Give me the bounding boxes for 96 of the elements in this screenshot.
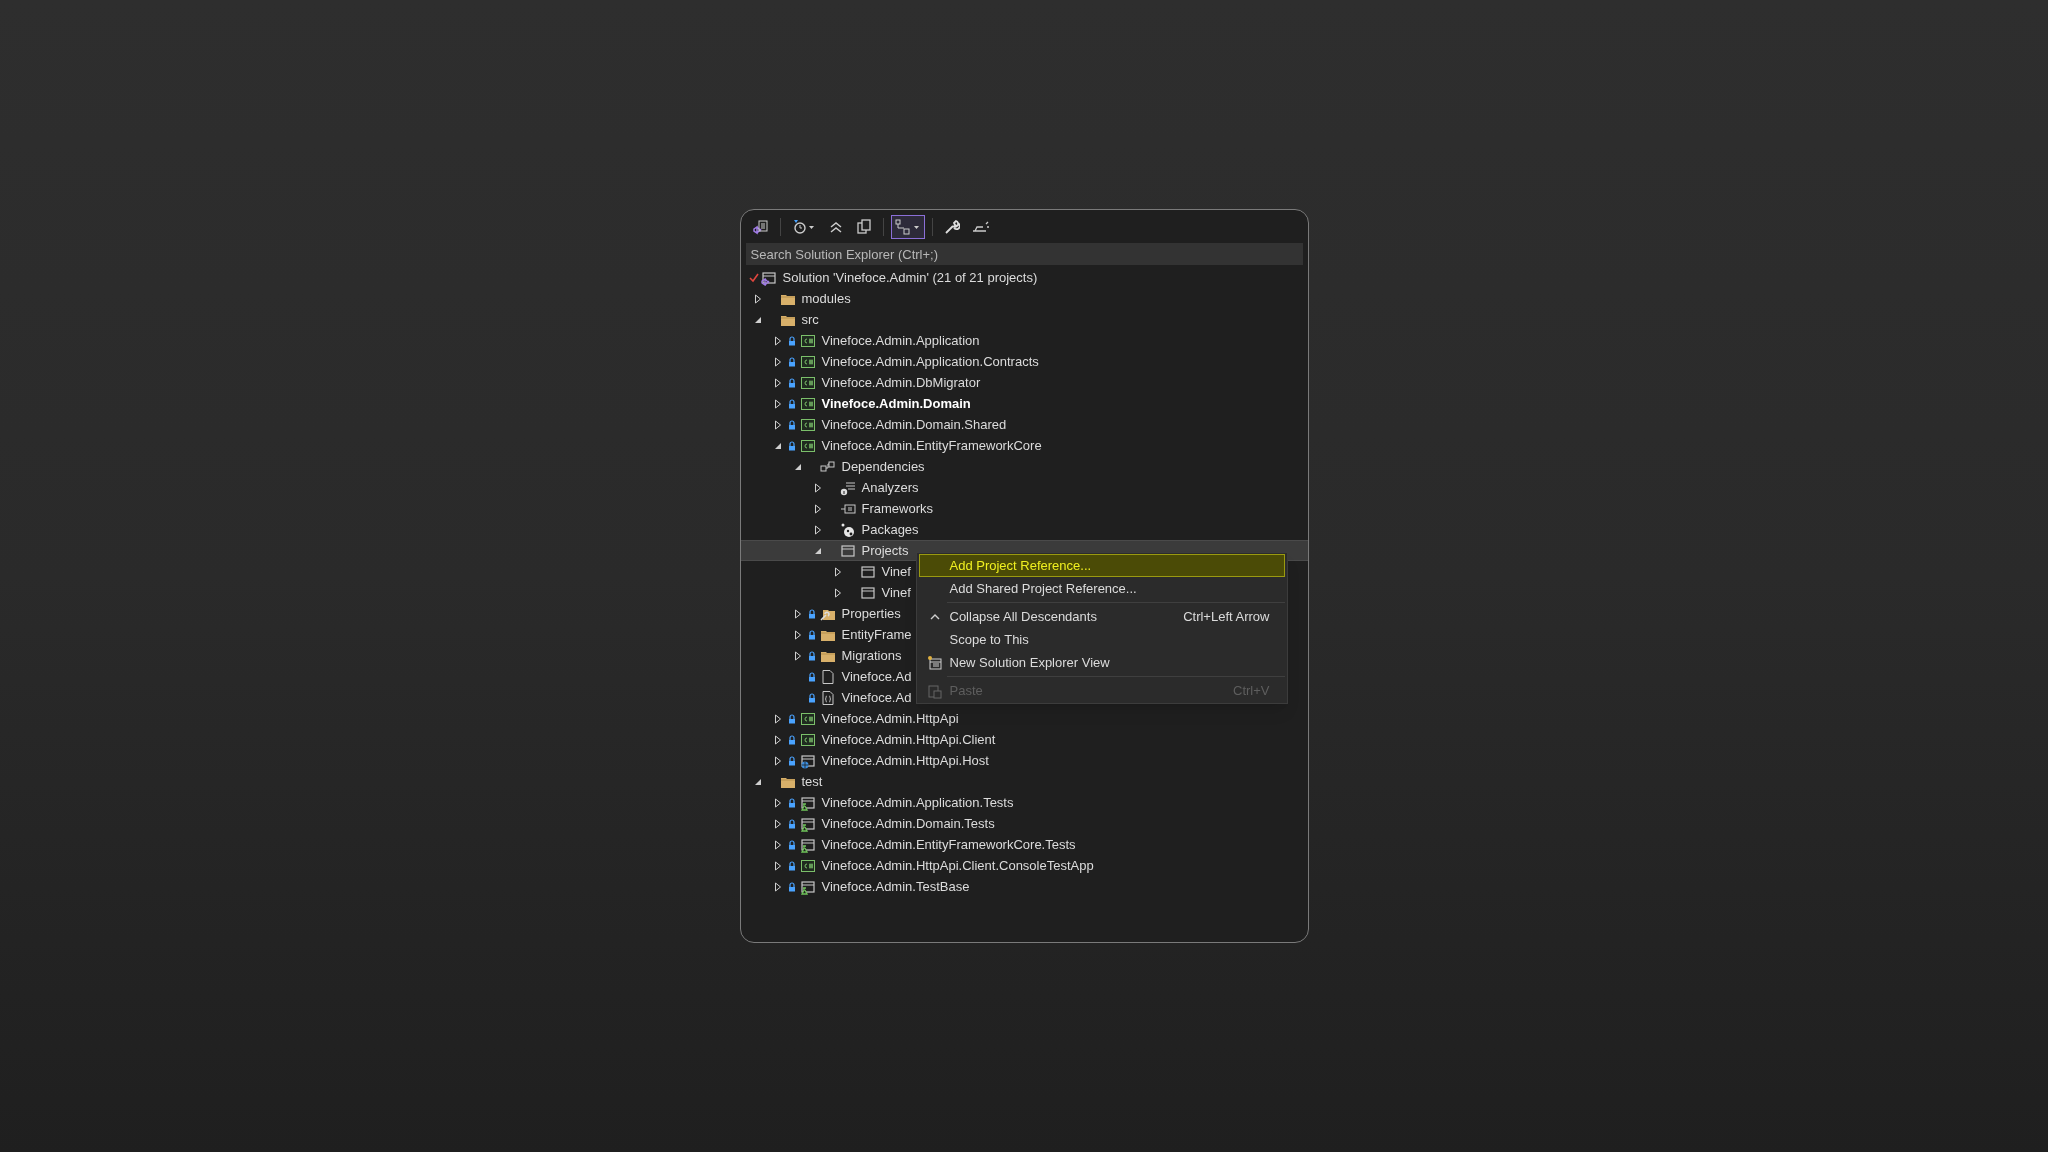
csharp-project-icon bbox=[799, 416, 816, 433]
collapsed-arrow-icon[interactable] bbox=[773, 860, 782, 871]
project-reference-icon bbox=[859, 563, 876, 580]
tree-item-label[interactable]: Vinefoce.Admin.Domain bbox=[821, 393, 971, 414]
collapsed-arrow-icon[interactable] bbox=[773, 881, 782, 892]
collapsed-arrow-icon[interactable] bbox=[793, 650, 802, 661]
csharp-project-icon bbox=[799, 395, 816, 412]
tree-item-label[interactable]: Vinefoce.Admin.HttpApi.Client bbox=[821, 729, 996, 750]
expanded-arrow-icon[interactable] bbox=[753, 315, 762, 324]
collapsed-arrow-icon[interactable] bbox=[793, 608, 802, 619]
menu-item[interactable]: Add Shared Project Reference... bbox=[918, 577, 1285, 600]
copy-pages-icon bbox=[855, 218, 872, 235]
analyzers-icon bbox=[839, 479, 856, 496]
test-project-icon bbox=[799, 878, 816, 895]
wrench-icon bbox=[943, 218, 960, 235]
menu-item[interactable]: Collapse All Descendants Ctrl+Left Arrow bbox=[918, 605, 1285, 628]
collapsed-arrow-icon[interactable] bbox=[773, 797, 782, 808]
collapsed-arrow-icon[interactable] bbox=[773, 398, 782, 409]
collapsed-arrow-icon[interactable] bbox=[813, 524, 822, 535]
tree-item-label[interactable]: Vinefoce.Admin.HttpApi.Host bbox=[821, 750, 989, 771]
tree-item-label[interactable]: Packages bbox=[861, 519, 919, 540]
sync-tree-icon bbox=[894, 218, 921, 235]
tree-item-label[interactable]: Vinef bbox=[881, 561, 911, 582]
collapsed-arrow-icon[interactable] bbox=[773, 839, 782, 850]
tree-item-label[interactable]: Analyzers bbox=[861, 477, 919, 498]
test-project-icon bbox=[799, 794, 816, 811]
collapsed-arrow-icon[interactable] bbox=[813, 503, 822, 514]
expanded-arrow-icon[interactable] bbox=[813, 546, 822, 555]
tree-item-label[interactable]: modules bbox=[801, 288, 851, 309]
expanded-arrow-icon[interactable] bbox=[793, 462, 802, 471]
tree-item-label[interactable]: EntityFrame bbox=[841, 624, 912, 645]
json-file-icon bbox=[819, 689, 836, 706]
menu-item[interactable]: Add Project Reference... bbox=[918, 554, 1285, 577]
toolbar-button[interactable] bbox=[890, 214, 925, 239]
csharp-project-icon bbox=[799, 437, 816, 454]
tree-item-label[interactable]: Vinefoce.Admin.Application.Contracts bbox=[821, 351, 1039, 372]
tree-item-label[interactable]: Vinefoce.Admin.HttpApi.Client.ConsoleTestApp bbox=[821, 855, 1094, 876]
solution-icon bbox=[760, 269, 777, 286]
clock-icon bbox=[791, 218, 816, 235]
switch-views-icon bbox=[752, 218, 769, 235]
tree-item-label[interactable]: test bbox=[801, 771, 823, 792]
collapsed-arrow-icon[interactable] bbox=[773, 734, 782, 745]
tree-item-label[interactable]: Vinefoce.Admin.Domain.Shared bbox=[821, 414, 1007, 435]
collapsed-arrow-icon[interactable] bbox=[753, 293, 762, 304]
tree-item-label[interactable]: Vinefoce.Admin.HttpApi bbox=[821, 708, 959, 729]
new-window-icon bbox=[926, 654, 943, 671]
tree-item-label[interactable]: Vinefoce.Admin.TestBase bbox=[821, 876, 970, 897]
tree-item-label[interactable]: Vinefoce.Ad bbox=[841, 666, 912, 687]
tree-item-label[interactable]: Frameworks bbox=[861, 498, 933, 519]
checkmark-icon bbox=[748, 272, 759, 283]
web-project-icon bbox=[799, 752, 816, 769]
tree-item-label[interactable]: Vinef bbox=[881, 582, 911, 603]
tree-item-label[interactable]: Vinefoce.Admin.EntityFrameworkCore bbox=[821, 435, 1042, 456]
tree-item-label[interactable]: Solution 'Vinefoce.Admin' (21 of 21 projects) bbox=[782, 267, 1038, 288]
tree-item-label[interactable]: Vinefoce.Admin.Application bbox=[821, 330, 980, 351]
tree-item-label[interactable]: Migrations bbox=[841, 645, 902, 666]
menu-item[interactable]: Scope to This bbox=[918, 628, 1285, 651]
packages-icon bbox=[839, 521, 856, 538]
tree-item-label[interactable]: Projects bbox=[861, 540, 909, 561]
collapsed-arrow-icon[interactable] bbox=[773, 419, 782, 430]
collapsed-arrow-icon[interactable] bbox=[773, 755, 782, 766]
csharp-project-icon bbox=[799, 353, 816, 370]
menu-item[interactable]: New Solution Explorer View bbox=[918, 651, 1285, 674]
csharp-project-icon bbox=[799, 731, 816, 748]
collapsed-arrow-icon[interactable] bbox=[773, 377, 782, 388]
expanded-arrow-icon[interactable] bbox=[773, 441, 782, 450]
test-project-icon bbox=[799, 836, 816, 853]
csharp-project-icon bbox=[799, 374, 816, 391]
csharp-project-icon bbox=[799, 857, 816, 874]
collapsed-arrow-icon[interactable] bbox=[773, 713, 782, 724]
collapsed-arrow-icon[interactable] bbox=[773, 818, 782, 829]
tree-item-label[interactable]: Vinefoce.Admin.DbMigrator bbox=[821, 372, 981, 393]
collapsed-arrow-icon[interactable] bbox=[813, 482, 822, 493]
file-icon bbox=[819, 668, 836, 685]
csharp-project-icon bbox=[799, 332, 816, 349]
collapsed-arrow-icon[interactable] bbox=[773, 335, 782, 346]
expanded-arrow-icon[interactable] bbox=[753, 777, 762, 786]
collapsed-arrow-icon[interactable] bbox=[793, 629, 802, 640]
tree-item-label[interactable]: Properties bbox=[841, 603, 901, 624]
search-field[interactable]: Search Solution Explorer (Ctrl+;) bbox=[745, 243, 1303, 265]
project-reference-icon bbox=[839, 542, 856, 559]
collapsed-arrow-icon[interactable] bbox=[833, 566, 842, 577]
csharp-project-icon bbox=[799, 710, 816, 727]
collapsed-arrow-icon[interactable] bbox=[773, 356, 782, 367]
tree-item-label[interactable]: src bbox=[801, 309, 819, 330]
clipboard-icon bbox=[926, 682, 943, 699]
shortcut-label: Ctrl+Left Arrow bbox=[1183, 607, 1270, 626]
tree-item-label[interactable]: Vinefoce.Ad bbox=[841, 687, 912, 708]
test-project-icon bbox=[799, 815, 816, 832]
project-reference-icon bbox=[859, 584, 876, 601]
collapsed-arrow-icon[interactable] bbox=[833, 587, 842, 598]
tree-item-label[interactable]: Vinefoce.Admin.Application.Tests bbox=[821, 792, 1014, 813]
tree-item-label[interactable]: Dependencies bbox=[841, 456, 925, 477]
tree-item-label[interactable]: Vinefoce.Admin.EntityFrameworkCore.Tests bbox=[821, 834, 1076, 855]
tree-item-label[interactable]: Vinefoce.Admin.Domain.Tests bbox=[821, 813, 995, 834]
dependencies-icon bbox=[819, 458, 836, 475]
